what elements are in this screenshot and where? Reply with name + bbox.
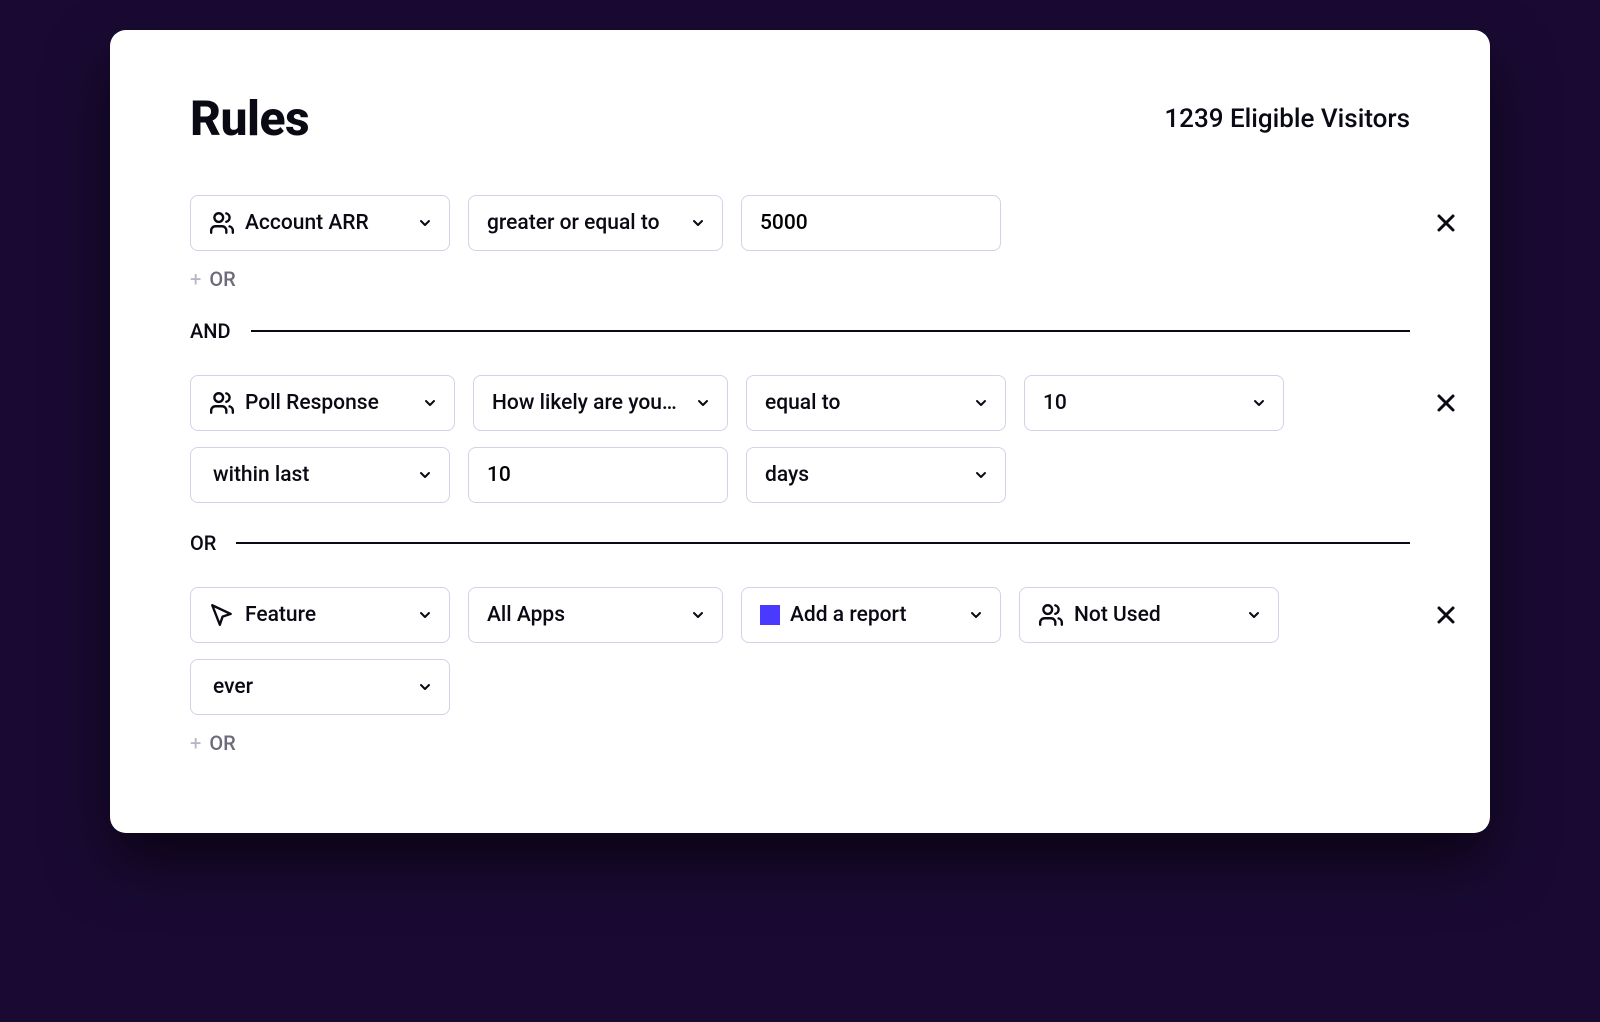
dropdown-label: How likely are you… (492, 391, 685, 415)
filter-dropdown[interactable]: greater or equal to (468, 195, 723, 251)
add-or-label: OR (209, 731, 235, 755)
chevron-down-icon (417, 215, 433, 231)
chevron-down-icon (973, 467, 989, 483)
chevron-down-icon (690, 607, 706, 623)
dropdown-label: greater or equal to (487, 211, 680, 235)
filter-dropdown[interactable]: Add a report (741, 587, 1001, 643)
filter-dropdown[interactable]: All Apps (468, 587, 723, 643)
filter-dropdown[interactable]: Feature (190, 587, 450, 643)
dropdown-label: ever (213, 675, 407, 699)
add-or-button[interactable]: + OR (190, 731, 1410, 755)
remove-rule-button[interactable] (1432, 209, 1460, 237)
chevron-down-icon (422, 395, 438, 411)
value-input-field[interactable] (760, 211, 984, 235)
rule-row: within last days (190, 447, 1410, 503)
rules-header: Rules 1239 Eligible Visitors (190, 90, 1410, 147)
rule-row: Poll Response How likely are you… equal to… (190, 375, 1410, 431)
people-icon (209, 210, 235, 236)
chevron-down-icon (690, 215, 706, 231)
separator-line (236, 542, 1410, 545)
chevron-down-icon (1251, 395, 1267, 411)
or-separator: OR (190, 531, 1410, 555)
rule-row: Feature All Apps Add a report Not Used (190, 587, 1410, 643)
filter-dropdown[interactable]: 10 (1024, 375, 1284, 431)
rule-groups: Account ARR greater or equal to + OR AND Poll… (190, 195, 1410, 755)
filter-dropdown[interactable]: Account ARR (190, 195, 450, 251)
eligible-visitors-count: 1239 Eligible Visitors (1164, 104, 1410, 134)
add-or-label: OR (209, 267, 235, 291)
and-separator: AND (190, 319, 1410, 343)
separator-label: OR (190, 531, 216, 555)
dropdown-label: days (765, 463, 963, 487)
chevron-down-icon (417, 607, 433, 623)
filter-dropdown[interactable]: days (746, 447, 1006, 503)
dropdown-label: Add a report (790, 603, 958, 627)
rule-row: Account ARR greater or equal to (190, 195, 1410, 251)
rules-card: Rules 1239 Eligible Visitors Account ARR… (110, 30, 1490, 833)
separator-line (251, 330, 1410, 333)
page-title: Rules (190, 90, 309, 147)
dropdown-label: Feature (245, 603, 407, 627)
filter-dropdown[interactable]: Poll Response (190, 375, 455, 431)
separator-label: AND (190, 319, 231, 343)
rule-group: OR Feature All Apps Add a report Not Used eve… (190, 531, 1410, 755)
dropdown-label: All Apps (487, 603, 680, 627)
dropdown-label: equal to (765, 391, 963, 415)
value-input[interactable] (741, 195, 1001, 251)
remove-rule-button[interactable] (1432, 389, 1460, 417)
cursor-icon (209, 602, 235, 628)
dropdown-label: 10 (1043, 391, 1241, 415)
chevron-down-icon (968, 607, 984, 623)
dropdown-label: Not Used (1074, 603, 1236, 627)
dropdown-label: within last (213, 463, 407, 487)
value-input[interactable] (468, 447, 728, 503)
plus-icon: + (190, 267, 201, 291)
filter-dropdown[interactable]: How likely are you… (473, 375, 728, 431)
value-input-field[interactable] (487, 463, 711, 487)
dropdown-label: Account ARR (245, 211, 407, 235)
chevron-down-icon (417, 467, 433, 483)
rule-group: Account ARR greater or equal to + OR (190, 195, 1410, 291)
filter-dropdown[interactable]: ever (190, 659, 450, 715)
chevron-down-icon (973, 395, 989, 411)
chevron-down-icon (1246, 607, 1262, 623)
rule-row: ever (190, 659, 1410, 715)
dropdown-label: Poll Response (245, 391, 412, 415)
rule-group: AND Poll Response How likely are you… equal… (190, 319, 1410, 503)
remove-rule-button[interactable] (1432, 601, 1460, 629)
chevron-down-icon (695, 395, 711, 411)
plus-icon: + (190, 731, 201, 755)
filter-dropdown[interactable]: equal to (746, 375, 1006, 431)
people-icon (209, 390, 235, 416)
filter-dropdown[interactable]: Not Used (1019, 587, 1279, 643)
add-or-button[interactable]: + OR (190, 267, 1410, 291)
filter-dropdown[interactable]: within last (190, 447, 450, 503)
chevron-down-icon (417, 679, 433, 695)
people-icon (1038, 602, 1064, 628)
color-swatch (760, 605, 780, 625)
